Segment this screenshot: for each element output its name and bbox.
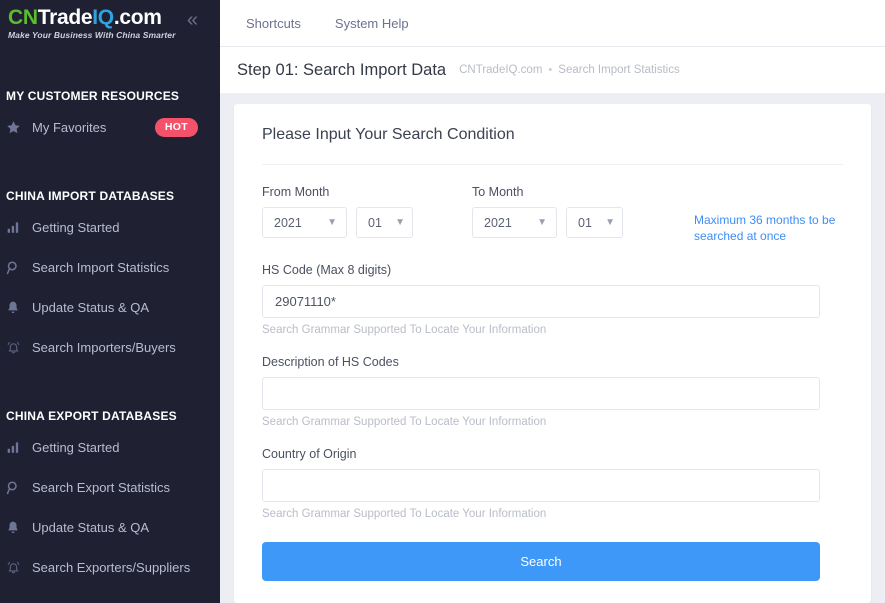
breadcrumb: CNTradeIQ.com • Search Import Statistics	[459, 64, 680, 76]
from-year-value: 2021	[274, 215, 302, 230]
double-chevron-left-icon[interactable]: «	[187, 10, 198, 30]
from-month-label: From Month	[262, 185, 330, 199]
description-input[interactable]	[262, 377, 820, 411]
sidebar-item-label: Getting Started	[32, 219, 120, 235]
max-months-note: Maximum 36 months to be searched at once	[694, 213, 836, 244]
star-icon	[6, 120, 32, 135]
sidebar-item-import-update-status-qa[interactable]: Update Status & QA	[0, 287, 220, 327]
bell-ring-icon	[6, 560, 32, 575]
page-header: Step 01: Search Import Data CNTradeIQ.co…	[220, 47, 885, 94]
date-range-row: From Month 2021 ▼ 01 ▼ To Month 2021 ▼ 0…	[262, 185, 843, 244]
brand-tagline: Make Your Business With China Smarter	[8, 30, 176, 41]
to-month-value: 01	[578, 215, 592, 230]
sidebar: CNTradeIQ.com Make Your Business With Ch…	[0, 0, 220, 603]
sidebar-item-search-exporters-suppliers[interactable]: Search Exporters/Suppliers	[0, 547, 220, 587]
sidebar-section-title-import-databases: CHINA IMPORT DATABASES	[6, 189, 175, 203]
sidebar-section-title-export-databases: CHINA EXPORT DATABASES	[6, 409, 177, 423]
sidebar-header: CNTradeIQ.com Make Your Business With Ch…	[0, 0, 220, 47]
sidebar-item-label: Search Exporters/Suppliers	[32, 559, 191, 575]
sidebar-item-import-getting-started[interactable]: Getting Started	[0, 207, 220, 247]
status-badge-hot: HOT	[154, 117, 198, 137]
sidebar-item-label: Search Export Statistics	[32, 479, 170, 495]
chevron-down-icon: ▼	[327, 216, 337, 228]
search-condition-card: Please Input Your Search Condition From …	[234, 104, 871, 603]
country-label: Country of Origin	[262, 447, 357, 462]
to-month-label: To Month	[472, 185, 524, 199]
from-year-select[interactable]: 2021 ▼	[262, 207, 347, 238]
from-month-value: 01	[368, 215, 382, 230]
bell-ring-icon	[6, 340, 32, 355]
from-month-group: From Month 2021 ▼ 01 ▼	[262, 185, 422, 238]
hs-code-label: HS Code (Max 8 digits)	[262, 263, 392, 278]
search-form: From Month 2021 ▼ 01 ▼ To Month 2021 ▼ 0…	[262, 165, 843, 582]
description-hint: Search Grammar Supported To Locate Your …	[262, 416, 547, 429]
brand-trade-text: Trade	[37, 6, 93, 30]
sidebar-item-label: Getting Started	[32, 439, 120, 455]
sidebar-item-label: Search Importers/Buyers	[32, 339, 176, 355]
country-hint: Search Grammar Supported To Locate Your …	[262, 508, 547, 521]
breadcrumb-separator: •	[548, 64, 553, 76]
hs-code-input[interactable]	[262, 285, 820, 319]
hs-code-hint: Search Grammar Supported To Locate Your …	[262, 324, 547, 337]
sidebar-item-label: My Favorites	[32, 119, 107, 135]
sidebar-item-label: Search Import Statistics	[32, 259, 170, 275]
bar-chart-icon	[6, 220, 32, 234]
sidebar-item-my-favorites[interactable]: My Favorites HOT	[0, 107, 220, 147]
search-icon	[6, 260, 32, 275]
sidebar-item-search-import-statistics[interactable]: Search Import Statistics	[0, 247, 220, 287]
description-label: Description of HS Codes	[262, 355, 399, 370]
sidebar-item-search-importers-buyers[interactable]: Search Importers/Buyers	[0, 327, 220, 367]
to-month-group: To Month 2021 ▼ 01 ▼	[472, 185, 632, 238]
topnav-item-system-help[interactable]: System Help	[335, 16, 409, 31]
sidebar-item-label: Update Status & QA	[32, 299, 150, 315]
max-months-note-wrap: Maximum 36 months to be searched at once	[694, 185, 839, 244]
top-navigation-bar: Shortcuts System Help	[220, 0, 885, 47]
sidebar-item-search-export-statistics[interactable]: Search Export Statistics	[0, 467, 220, 507]
from-month-select[interactable]: 01 ▼	[356, 207, 413, 238]
bell-filled-icon	[6, 300, 32, 315]
sidebar-item-label: Update Status & QA	[32, 519, 150, 535]
search-button[interactable]: Search	[262, 542, 820, 582]
brand-iq-text: IQ	[92, 6, 114, 30]
content-area: Please Input Your Search Condition From …	[220, 94, 885, 603]
to-year-select[interactable]: 2021 ▼	[472, 207, 557, 238]
sidebar-item-export-getting-started[interactable]: Getting Started	[0, 427, 220, 467]
bell-filled-icon	[6, 520, 32, 535]
brand-com-text: .com	[113, 6, 162, 30]
to-month-select[interactable]: 01 ▼	[566, 207, 623, 238]
to-year-value: 2021	[484, 215, 512, 230]
sidebar-item-export-update-status-qa[interactable]: Update Status & QA	[0, 507, 220, 547]
search-icon	[6, 480, 32, 495]
breadcrumb-current[interactable]: Search Import Statistics	[558, 64, 679, 76]
main-area: Shortcuts System Help Step 01: Search Im…	[220, 0, 885, 603]
page-title: Step 01: Search Import Data	[237, 60, 447, 79]
breadcrumb-root[interactable]: CNTradeIQ.com	[459, 64, 542, 76]
brand-cn-text: CN	[8, 6, 38, 30]
description-field-block: Description of HS Codes Search Grammar S…	[262, 355, 843, 428]
from-month-selects: 2021 ▼ 01 ▼	[262, 207, 422, 238]
sidebar-section-title-customer-resources: MY CUSTOMER RESOURCES	[6, 89, 180, 103]
chevron-down-icon: ▼	[605, 216, 615, 228]
topnav-item-shortcuts[interactable]: Shortcuts	[246, 16, 301, 31]
brand-wordmark: CNTradeIQ.com	[8, 7, 176, 28]
to-month-selects: 2021 ▼ 01 ▼	[472, 207, 632, 238]
hs-code-field-block: HS Code (Max 8 digits) Search Grammar Su…	[262, 263, 843, 336]
chevron-down-icon: ▼	[537, 216, 547, 228]
country-of-origin-input[interactable]	[262, 469, 820, 503]
card-title: Please Input Your Search Condition	[262, 104, 843, 165]
app-root: CNTradeIQ.com Make Your Business With Ch…	[0, 0, 885, 603]
country-field-block: Country of Origin Search Grammar Support…	[262, 447, 843, 520]
brand-logo[interactable]: CNTradeIQ.com Make Your Business With Ch…	[8, 7, 176, 40]
bar-chart-icon	[6, 440, 32, 454]
chevron-down-icon: ▼	[395, 216, 405, 228]
